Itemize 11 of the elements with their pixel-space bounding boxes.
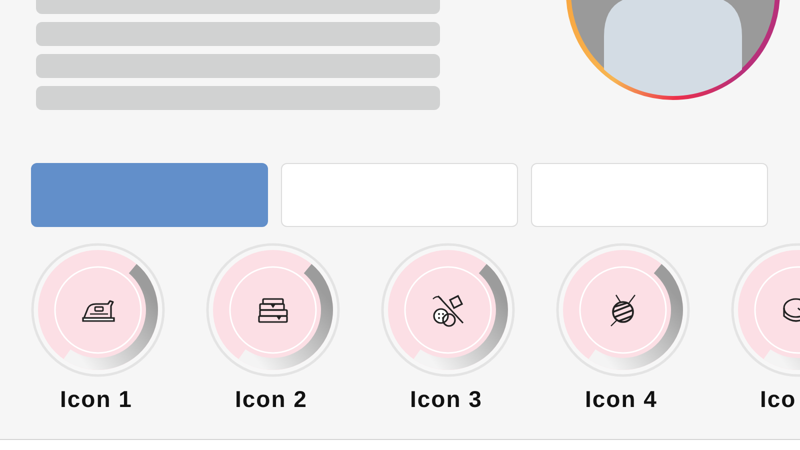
icon-label: Ico — [760, 385, 796, 413]
yarn-ball-icon — [610, 294, 636, 327]
folded-clothes-icon — [258, 298, 288, 323]
tape-measure-icon — [783, 298, 800, 322]
sewing-icon — [432, 294, 464, 327]
tab[interactable] — [31, 163, 268, 227]
iron-icon — [82, 300, 115, 322]
icon-label: Icon 3 — [410, 385, 482, 413]
icon-label: Icon 1 — [60, 385, 132, 413]
icon-label: Icon 4 — [585, 385, 658, 413]
icon-label: Icon 2 — [235, 385, 308, 413]
